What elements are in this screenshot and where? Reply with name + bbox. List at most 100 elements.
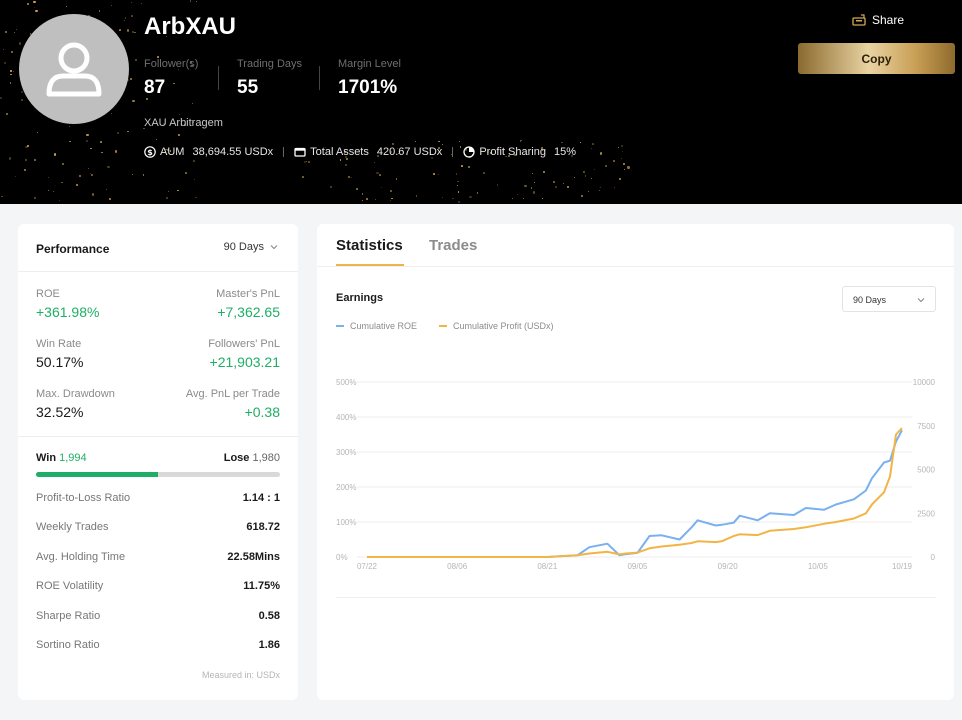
win-bar-fill <box>36 472 159 477</box>
stat-divider <box>218 66 219 90</box>
sparkle-dot <box>346 158 349 161</box>
stat-row-value: 11.75% <box>243 580 280 592</box>
right-axis-tick-label: 0 <box>931 553 936 562</box>
right-axis-tick-label: 10000 <box>913 378 936 387</box>
share-label: Share <box>872 13 905 27</box>
sparkle-dot <box>457 180 459 183</box>
sparkle-dot <box>344 163 347 166</box>
sparkle-dot <box>168 190 170 193</box>
x-axis-tick-label: 09/05 <box>627 562 648 571</box>
sparkle-dot <box>532 173 534 175</box>
win-count: Win 1,994 <box>36 452 87 464</box>
margin-level-label: Margin Level <box>338 58 401 70</box>
win-lose-bar <box>36 472 280 477</box>
tab-trades[interactable]: Trades <box>429 237 477 254</box>
sparkle-dot <box>33 7 35 9</box>
avg-pnl-metric: Avg. PnL per Trade +0.38 <box>186 388 280 420</box>
sparkle-dot <box>582 171 585 174</box>
win-rate-value: 50.17% <box>36 354 84 370</box>
sparkle-dot <box>34 159 36 161</box>
sparkle-dot <box>165 196 168 199</box>
performance-period-select[interactable]: 90 Days <box>224 241 278 253</box>
sparkle-dot <box>91 193 94 196</box>
avg-pnl-value: +0.38 <box>244 404 280 420</box>
sparkle-dot <box>366 198 369 200</box>
sparkle-dot <box>10 70 12 72</box>
sparkle-dot <box>54 153 57 156</box>
sparkle-dot <box>26 2 29 5</box>
sparkle-dot <box>36 131 38 133</box>
sparkle-dot <box>132 173 134 176</box>
sparkle-dot <box>185 172 188 175</box>
roe-metric: ROE +361.98% <box>36 288 99 320</box>
sparkle-dot <box>48 189 50 191</box>
total-assets-value: 420.67 USDx <box>376 146 443 158</box>
sparkle-dot <box>195 196 197 198</box>
stat-row-label: Sharpe Ratio <box>36 610 101 622</box>
chart-bottom-divider <box>336 597 936 598</box>
sparkle-dot <box>9 82 12 85</box>
chevron-down-icon <box>270 245 278 250</box>
chevron-down-icon <box>917 298 925 303</box>
sparkle-dot <box>90 147 92 150</box>
sparkle-dot <box>132 99 135 103</box>
sparkle-dot <box>619 178 621 180</box>
info-divider <box>452 147 454 157</box>
series-line-cumulative-roe <box>367 429 903 558</box>
sparkle-dot <box>375 198 377 200</box>
sparkle-dot <box>599 189 600 191</box>
stat-divider <box>319 66 320 90</box>
sparkle-dot <box>580 141 582 143</box>
sparkle-dot <box>47 176 50 179</box>
followers-pnl-label: Followers' PnL <box>208 338 280 350</box>
sparkle-dot <box>543 170 546 173</box>
sparkle-dot <box>373 161 375 163</box>
sparkle-dot <box>14 32 16 34</box>
sparkle-dot <box>390 197 393 200</box>
followers-label: Follower(s) <box>144 58 199 70</box>
sparkle-dot <box>469 196 472 199</box>
sparkle-dot <box>561 141 563 144</box>
period-value: 90 Days <box>223 241 264 253</box>
sparkle-dot <box>195 1 197 2</box>
sparkle-dot <box>107 166 110 169</box>
x-axis-tick-label: 08/06 <box>447 562 468 571</box>
total-assets-label: Total Assets <box>310 146 369 158</box>
earnings-period-select[interactable]: 90 Days <box>842 286 936 312</box>
sparkle-dot <box>457 200 460 203</box>
sparkle-dot <box>62 163 64 165</box>
copy-button[interactable]: Copy <box>798 43 955 74</box>
sparkle-dot <box>308 161 310 164</box>
account-info-line: $ AUM 38,694.55 USDx Total Assets 420.67… <box>144 146 576 158</box>
legend-label: Cumulative Profit (USDx) <box>453 321 554 331</box>
legend-item-roe[interactable]: Cumulative ROE <box>336 321 417 331</box>
win-rate-label: Win Rate <box>36 338 82 350</box>
sparkle-dot <box>11 51 13 53</box>
legend-item-profit[interactable]: Cumulative Profit (USDx) <box>439 321 554 331</box>
tab-statistics[interactable]: Statistics <box>336 237 403 254</box>
sparkle-dot <box>131 15 134 17</box>
y-axis-tick-label: 400% <box>336 413 356 422</box>
y-axis-tick-label: 500% <box>336 378 356 387</box>
sparkle-dot <box>98 10 101 12</box>
trading-days-value: 55 <box>237 77 259 98</box>
followers-value: 87 <box>144 77 166 98</box>
sparkle-dot <box>519 140 522 142</box>
sparkle-dot <box>4 30 7 33</box>
sparkle-dot <box>58 199 60 201</box>
sparkle-dot <box>612 160 615 163</box>
x-axis-tick-label: 08/21 <box>537 562 558 571</box>
svg-text:$: $ <box>147 148 153 157</box>
share-button[interactable]: Share <box>852 13 904 27</box>
sparkle-dot <box>130 1 132 3</box>
sparkle-dot <box>613 186 615 188</box>
wallet-icon <box>294 147 306 157</box>
pie-chart-icon <box>463 146 475 158</box>
x-axis-tick-label: 10/19 <box>892 562 913 571</box>
sparkle-dot <box>3 61 6 64</box>
win-label: Win <box>36 452 57 464</box>
sparkle-dot <box>496 183 499 186</box>
sparkle-dot <box>156 138 158 140</box>
sparkle-dot <box>415 194 418 197</box>
sparkle-dot <box>395 178 398 181</box>
